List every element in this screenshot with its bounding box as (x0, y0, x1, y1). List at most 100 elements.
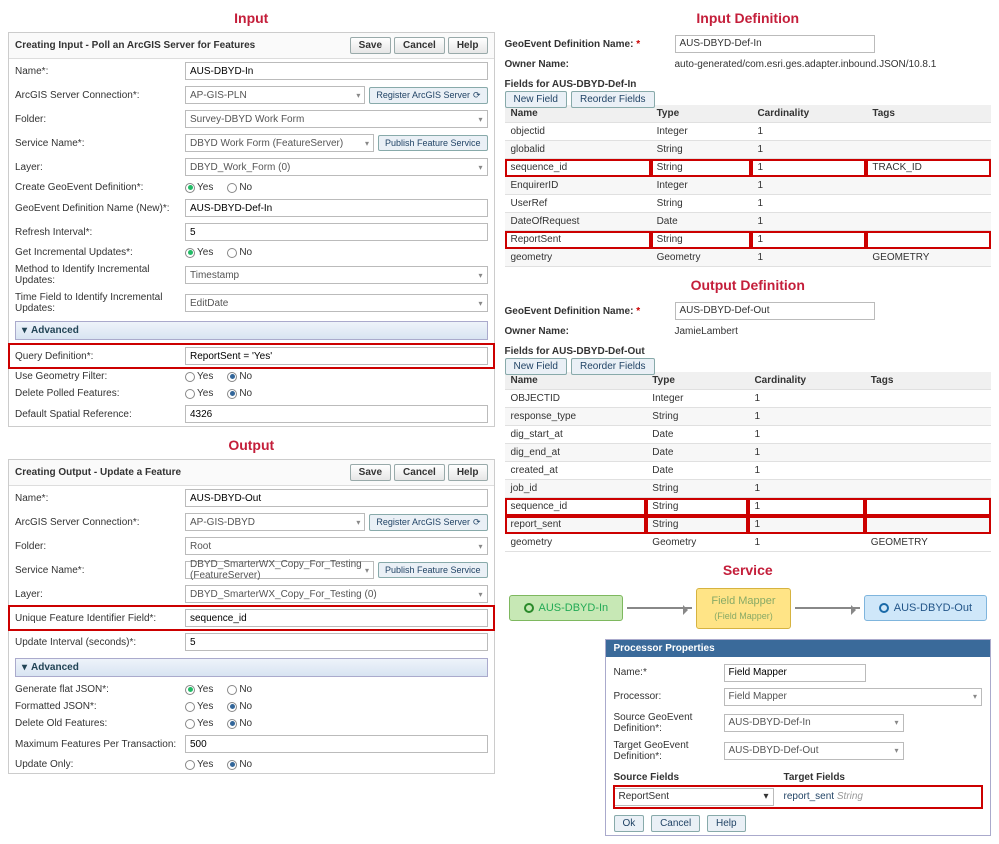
table-row[interactable]: globalidString1 (505, 141, 992, 159)
yes-radio[interactable]: Yes (185, 371, 213, 382)
yes-radio[interactable]: Yes (185, 388, 213, 399)
refresh-input[interactable] (185, 223, 488, 241)
src-def-select[interactable]: AUS-DBYD-Def-In▾ (724, 714, 904, 732)
new-field-button[interactable]: New Field (505, 91, 567, 108)
input-dot-icon (524, 603, 534, 613)
service-select[interactable]: DBYD Work Form (FeatureServer)▾ (185, 134, 374, 152)
yes-radio[interactable]: Yes (185, 718, 213, 729)
table-row[interactable]: EnquirerIDInteger1 (505, 177, 992, 195)
chevron-down-icon: ▾ (22, 662, 27, 673)
publish-fs-button[interactable]: Publish Feature Service (378, 135, 488, 151)
table-row[interactable]: dig_end_atDate1 (505, 444, 992, 462)
cancel-button[interactable]: Cancel (394, 464, 445, 481)
no-radio[interactable]: No (227, 718, 252, 729)
max-label: Maximum Features Per Transaction: (15, 739, 185, 750)
advanced-toggle[interactable]: ▾Advanced (15, 658, 488, 677)
no-radio[interactable]: No (227, 182, 252, 193)
input-node[interactable]: AUS-DBYD-In (509, 595, 624, 621)
table-row[interactable]: created_atDate1 (505, 462, 992, 480)
name-input[interactable] (185, 489, 488, 507)
table-row[interactable]: UserRefString1 (505, 195, 992, 213)
sr-label: Default Spatial Reference: (15, 409, 185, 420)
create-def-label: Create GeoEvent Definition*: (15, 182, 185, 193)
uid-input[interactable] (185, 609, 488, 627)
register-server-button[interactable]: Register ArcGIS Server⟳ (369, 87, 487, 104)
table-row[interactable]: report_sentString1 (505, 516, 992, 534)
query-input[interactable] (185, 347, 488, 365)
table-row[interactable]: job_idString1 (505, 480, 992, 498)
processor-node[interactable]: Field Mapper(Field Mapper) (696, 588, 790, 629)
register-server-button[interactable]: Register ArcGIS Server⟳ (369, 514, 487, 531)
yes-radio[interactable]: Yes (185, 684, 213, 695)
table-row[interactable]: response_typeString1 (505, 408, 992, 426)
chevron-down-icon: ▾ (356, 91, 360, 100)
folder-select[interactable]: Root▾ (185, 537, 488, 555)
table-row[interactable]: geometryGeometry1GEOMETRY (505, 534, 992, 552)
table-row[interactable]: objectidInteger1 (505, 123, 992, 141)
yes-radio[interactable]: Yes (185, 759, 213, 770)
reorder-fields-button[interactable]: Reorder Fields (571, 358, 655, 375)
defname-value[interactable]: AUS-DBYD-Def-In (675, 35, 875, 53)
no-radio[interactable]: No (227, 759, 252, 770)
help-button[interactable]: Help (448, 464, 488, 481)
defname-value[interactable]: AUS-DBYD-Def-Out (675, 302, 875, 320)
layer-select[interactable]: DBYD_SmarterWX_Copy_For_Testing (0)▾ (185, 585, 488, 603)
help-button[interactable]: Help (448, 37, 488, 54)
ok-button[interactable]: Ok (614, 815, 645, 832)
name-input[interactable] (185, 62, 488, 80)
advanced-toggle[interactable]: ▾Advanced (15, 321, 488, 340)
new-field-button[interactable]: New Field (505, 358, 567, 375)
service-select[interactable]: DBYD_SmarterWX_Copy_For_Testing (Feature… (185, 561, 374, 579)
table-row[interactable]: OBJECTIDInteger1 (505, 390, 992, 408)
source-field-select[interactable]: ReportSent▾ (614, 788, 774, 806)
proc-type-select[interactable]: Field Mapper▾ (724, 688, 983, 706)
upd-input[interactable] (185, 633, 488, 651)
method-select[interactable]: Timestamp▾ (185, 266, 488, 284)
cancel-button[interactable]: Cancel (651, 815, 700, 832)
tgt-def-select[interactable]: AUS-DBYD-Def-Out▾ (724, 742, 904, 760)
conn-select[interactable]: AP-GIS-DBYD▾ (185, 513, 365, 531)
table-row[interactable]: sequence_idString1 (505, 498, 992, 516)
yes-radio[interactable]: Yes (185, 247, 213, 258)
name-label: Name*: (15, 66, 185, 77)
delold-label: Delete Old Features: (15, 718, 185, 729)
table-row[interactable]: geometryGeometry1GEOMETRY (505, 249, 992, 267)
table-row[interactable]: dig_start_atDate1 (505, 426, 992, 444)
publish-fs-button[interactable]: Publish Feature Service (378, 562, 488, 578)
defname-input[interactable] (185, 199, 488, 217)
cancel-button[interactable]: Cancel (394, 37, 445, 54)
fields-for-label: Fields for AUS-DBYD-Def-In (505, 79, 992, 90)
conn-select[interactable]: AP-GIS-PLN▾ (185, 86, 365, 104)
folder-select[interactable]: Survey-DBYD Work Form▾ (185, 110, 488, 128)
layer-select[interactable]: DBYD_Work_Form (0)▾ (185, 158, 488, 176)
col-type: Type (646, 372, 748, 390)
target-field-value: report_sent String (774, 791, 983, 802)
table-row[interactable]: sequence_idString1TRACK_ID (505, 159, 992, 177)
yes-radio[interactable]: Yes (185, 182, 213, 193)
timef-select[interactable]: EditDate▾ (185, 294, 488, 312)
svc-label: Service Name*: (15, 138, 185, 149)
no-radio[interactable]: No (227, 247, 252, 258)
uid-label: Unique Feature Identifier Field*: (15, 613, 185, 624)
no-radio[interactable]: No (227, 701, 252, 712)
folder-label: Folder: (15, 541, 185, 552)
no-radio[interactable]: No (227, 371, 252, 382)
no-radio[interactable]: No (227, 388, 252, 399)
table-row[interactable]: ReportSentString1 (505, 231, 992, 249)
sr-input[interactable] (185, 405, 488, 423)
owner-value: JamieLambert (675, 326, 738, 337)
no-radio[interactable]: No (227, 684, 252, 695)
inc-label: Get Incremental Updates*: (15, 247, 185, 258)
save-button[interactable]: Save (350, 37, 391, 54)
output-def-table: Name Type Cardinality Tags OBJECTIDInteg… (505, 372, 992, 552)
table-row[interactable]: DateOfRequestDate1 (505, 213, 992, 231)
reorder-fields-button[interactable]: Reorder Fields (571, 91, 655, 108)
yes-radio[interactable]: Yes (185, 701, 213, 712)
output-node[interactable]: AUS-DBYD-Out (864, 595, 987, 621)
query-label: Query Definition*: (15, 351, 185, 362)
refresh-label: Refresh Interval*: (15, 227, 185, 238)
field-mapping-row: ReportSent▾ report_sent String (614, 786, 983, 808)
save-button[interactable]: Save (350, 464, 391, 481)
max-input[interactable] (185, 735, 488, 753)
help-button[interactable]: Help (707, 815, 746, 832)
